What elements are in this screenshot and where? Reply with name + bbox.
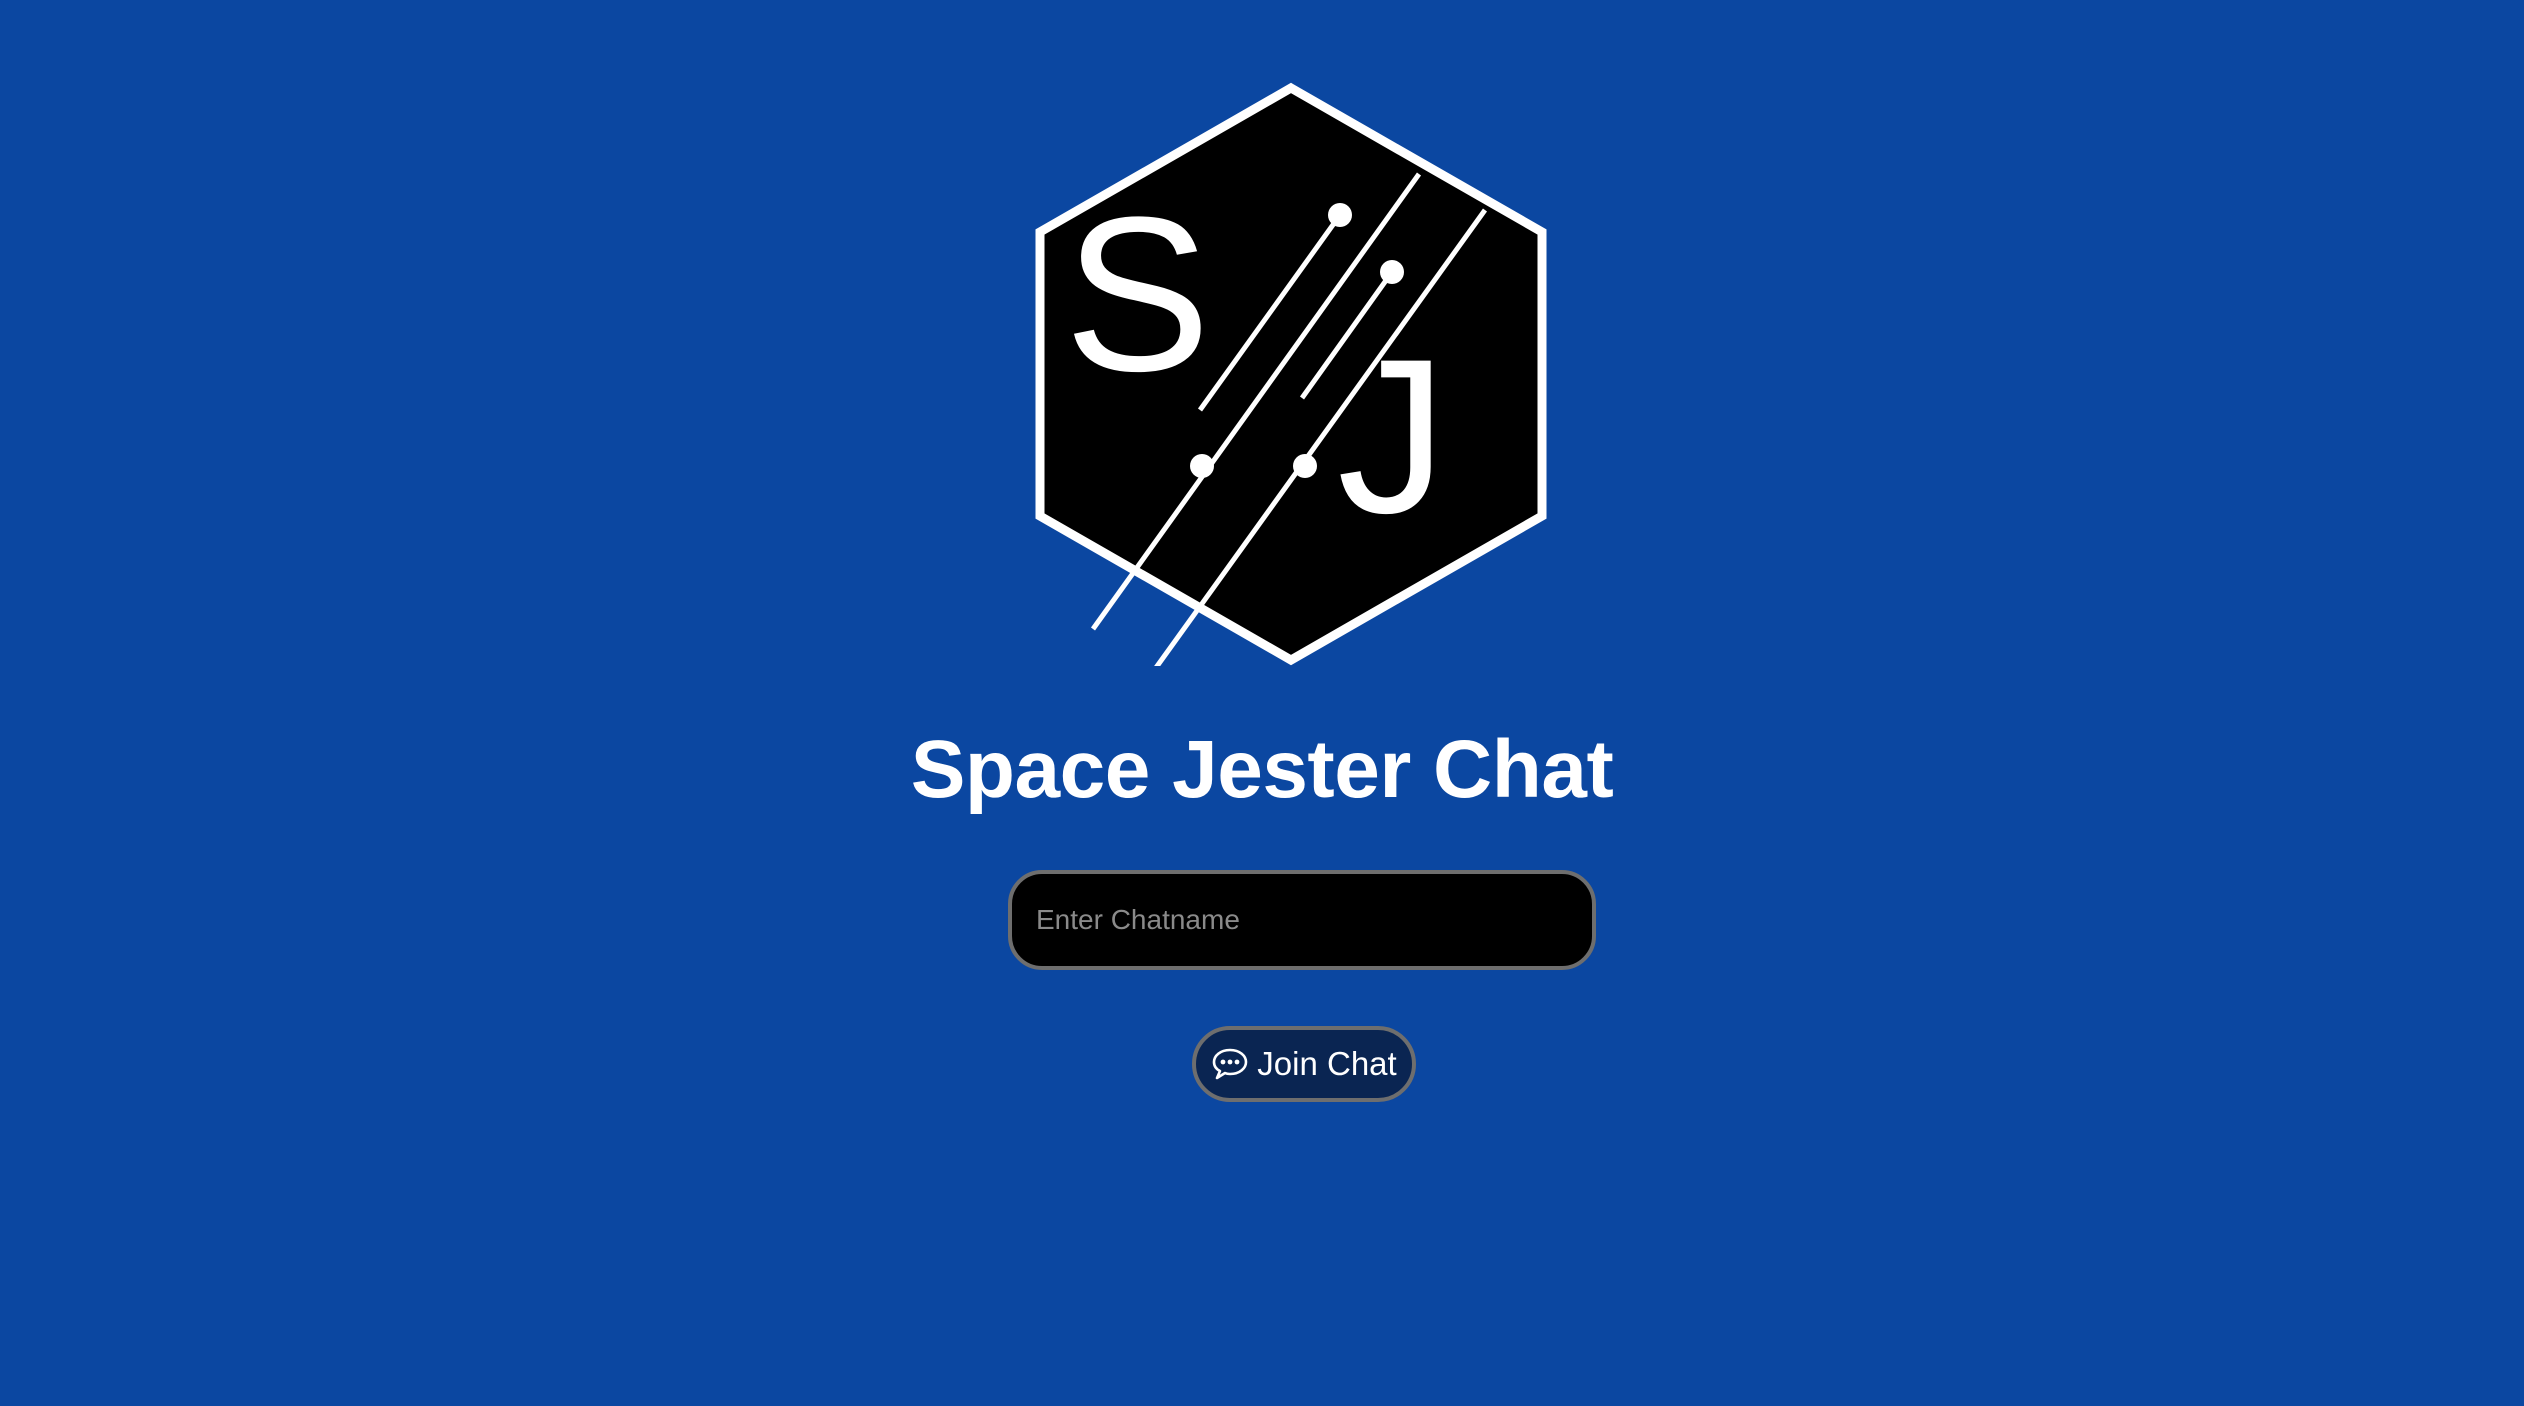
logo-letter-j: J <box>1337 313 1447 559</box>
logo-letter-s: S <box>1064 171 1211 417</box>
page: S J Space Jester Chat Join Chat <box>0 0 2524 1406</box>
join-chat-label: Join Chat <box>1257 1045 1397 1082</box>
page-title: Space Jester Chat <box>910 724 1614 815</box>
join-chat-button[interactable]: Join Chat <box>1192 1026 1416 1102</box>
hexagon-logo-graphic: S J <box>1035 82 1547 666</box>
chat-bubble-icon <box>1212 1048 1248 1080</box>
space-jester-logo: S J <box>1032 80 1550 666</box>
chatname-input[interactable] <box>1008 870 1596 970</box>
